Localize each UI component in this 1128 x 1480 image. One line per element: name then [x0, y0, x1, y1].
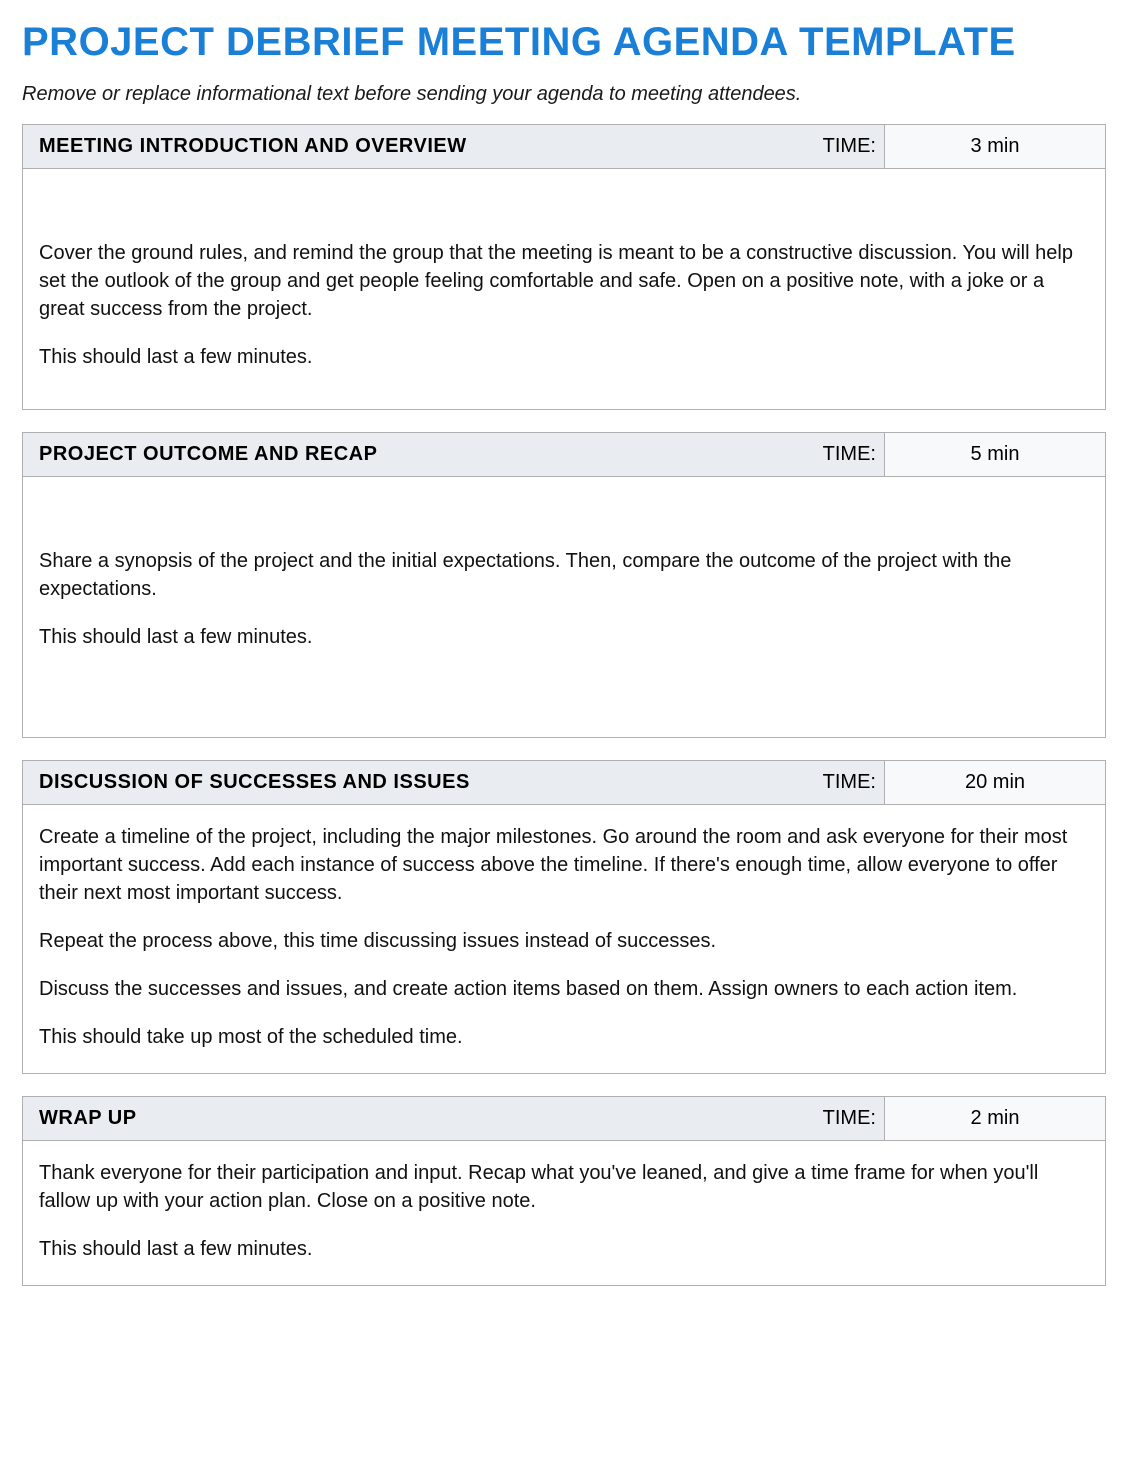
instruction-text: Remove or replace informational text bef…	[22, 83, 1106, 106]
time-value: 3 min	[885, 125, 1105, 168]
section-body: Thank everyone for their participation a…	[23, 1141, 1105, 1285]
time-value: 5 min	[885, 433, 1105, 476]
body-paragraph: Create a timeline of the project, includ…	[39, 823, 1089, 907]
section-discussion: DISCUSSION OF SUCCESSES AND ISSUES TIME:…	[22, 760, 1106, 1074]
section-heading: WRAP UP	[23, 1097, 785, 1140]
section-header: MEETING INTRODUCTION AND OVERVIEW TIME: …	[23, 125, 1105, 169]
body-paragraph: This should take up most of the schedule…	[39, 1023, 1089, 1051]
time-label: TIME:	[785, 1097, 885, 1140]
section-body: Share a synopsis of the project and the …	[23, 477, 1105, 737]
time-label: TIME:	[785, 125, 885, 168]
time-value: 20 min	[885, 761, 1105, 804]
section-header: DISCUSSION OF SUCCESSES AND ISSUES TIME:…	[23, 761, 1105, 805]
body-paragraph: Cover the ground rules, and remind the g…	[39, 239, 1089, 323]
body-paragraph: This should last a few minutes.	[39, 623, 1089, 651]
section-heading: PROJECT OUTCOME AND RECAP	[23, 433, 785, 476]
body-paragraph: Discuss the successes and issues, and cr…	[39, 975, 1089, 1003]
section-wrapup: WRAP UP TIME: 2 min Thank everyone for t…	[22, 1096, 1106, 1286]
section-header: WRAP UP TIME: 2 min	[23, 1097, 1105, 1141]
section-outcome: PROJECT OUTCOME AND RECAP TIME: 5 min Sh…	[22, 432, 1106, 738]
section-body: Cover the ground rules, and remind the g…	[23, 169, 1105, 409]
body-paragraph: This should last a few minutes.	[39, 343, 1089, 371]
page-title: PROJECT DEBRIEF MEETING AGENDA TEMPLATE	[22, 20, 1106, 65]
time-value: 2 min	[885, 1097, 1105, 1140]
time-label: TIME:	[785, 433, 885, 476]
section-heading: MEETING INTRODUCTION AND OVERVIEW	[23, 125, 785, 168]
section-intro: MEETING INTRODUCTION AND OVERVIEW TIME: …	[22, 124, 1106, 410]
time-label: TIME:	[785, 761, 885, 804]
body-paragraph: Thank everyone for their participation a…	[39, 1159, 1089, 1215]
body-paragraph: Share a synopsis of the project and the …	[39, 547, 1089, 603]
section-header: PROJECT OUTCOME AND RECAP TIME: 5 min	[23, 433, 1105, 477]
section-heading: DISCUSSION OF SUCCESSES AND ISSUES	[23, 761, 785, 804]
section-body: Create a timeline of the project, includ…	[23, 805, 1105, 1073]
body-paragraph: Repeat the process above, this time disc…	[39, 927, 1089, 955]
body-paragraph: This should last a few minutes.	[39, 1235, 1089, 1263]
